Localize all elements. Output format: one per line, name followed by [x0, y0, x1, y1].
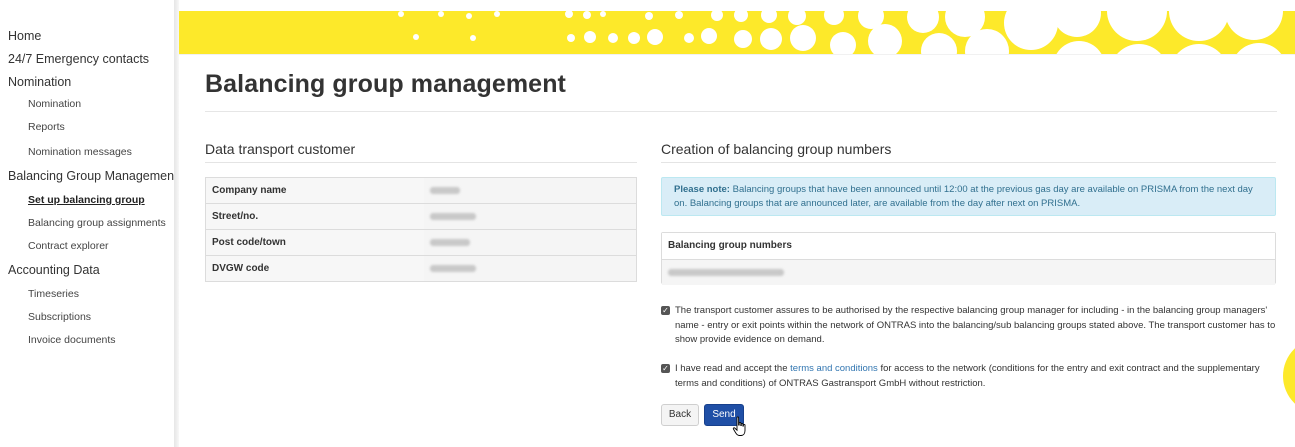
- street-value: [424, 203, 637, 230]
- customer-section-divider: [205, 162, 637, 163]
- redacted-value: [430, 264, 476, 272]
- company-name-value: [424, 177, 637, 204]
- redacted-value: [430, 238, 470, 246]
- sidebar-item-emergency-contacts[interactable]: 24/7 Emergency contacts: [8, 52, 149, 66]
- table-row: Company name: [205, 177, 637, 204]
- balancing-group-numbers-header: Balancing group numbers: [662, 233, 1275, 260]
- sidebar-item-subscriptions[interactable]: Subscriptions: [28, 311, 91, 323]
- title-divider: [205, 111, 1277, 112]
- table-row: DVGW code: [205, 255, 637, 282]
- terms-text-before: I have read and accept the: [675, 363, 791, 374]
- sidebar-item-home[interactable]: Home: [8, 29, 41, 43]
- sidebar-item-balancing-group-management[interactable]: Balancing Group Management: [8, 169, 178, 183]
- authorisation-text: The transport customer assures to be aut…: [675, 305, 1276, 345]
- terms-consent: ✓ I have read and accept the terms and c…: [661, 362, 1281, 391]
- table-row: Post code/town: [205, 229, 637, 256]
- sidebar-item-set-up-balancing-group[interactable]: Set up balancing group: [28, 194, 145, 206]
- note-label: Please note:: [674, 184, 730, 195]
- post-code-town-label: Post code/town: [205, 229, 424, 256]
- customer-data-table: Company name Street/no. Post code/town D…: [205, 177, 637, 282]
- decorative-shape: [1283, 348, 1295, 404]
- creation-section-title: Creation of balancing group numbers: [661, 141, 892, 157]
- sidebar-item-timeseries[interactable]: Timeseries: [28, 288, 79, 300]
- content-top-border: [179, 54, 1295, 55]
- terms-text: I have read and accept the terms and con…: [675, 362, 1281, 391]
- sidebar-divider: [174, 0, 179, 447]
- info-note: Please note: Balancing groups that have …: [661, 177, 1276, 216]
- authorisation-consent: ✓ The transport customer assures to be a…: [661, 304, 1281, 348]
- terms-and-conditions-link[interactable]: terms and conditions: [790, 363, 878, 374]
- sidebar-item-nomination[interactable]: Nomination: [28, 98, 81, 110]
- authorisation-checkbox[interactable]: ✓: [661, 306, 670, 315]
- redacted-value: [430, 186, 460, 194]
- dvgw-code-label: DVGW code: [205, 255, 424, 282]
- sidebar-item-accounting-data[interactable]: Accounting Data: [8, 263, 100, 277]
- table-row: Street/no.: [205, 203, 637, 230]
- back-button[interactable]: Back: [661, 404, 699, 426]
- sidebar-item-invoice-documents[interactable]: Invoice documents: [28, 334, 116, 346]
- creation-section-divider: [661, 162, 1276, 163]
- page-title: Balancing group management: [205, 70, 566, 98]
- sidebar-item-nomination-messages[interactable]: Nomination messages: [28, 146, 132, 158]
- redacted-value: [668, 269, 784, 277]
- header-banner: [179, 11, 1295, 54]
- sidebar-item-contract-explorer[interactable]: Contract explorer: [28, 240, 109, 252]
- customer-section-title: Data transport customer: [205, 141, 356, 157]
- sidebar-item-reports[interactable]: Reports: [28, 121, 65, 133]
- street-label: Street/no.: [205, 203, 424, 230]
- redacted-value: [430, 212, 476, 220]
- balancing-group-numbers-panel: Balancing group numbers: [661, 232, 1276, 285]
- banner-dot-pattern: [398, 11, 1283, 54]
- sidebar-item-nomination-section[interactable]: Nomination: [8, 75, 71, 89]
- balancing-group-numbers-value: [662, 260, 1275, 285]
- sidebar-item-balancing-group-assignments[interactable]: Balancing group assignments: [28, 217, 166, 229]
- note-text: Balancing groups that have been announce…: [674, 184, 1253, 209]
- sidebar: Home 24/7 Emergency contacts Nomination …: [0, 0, 178, 447]
- terms-checkbox[interactable]: ✓: [661, 364, 670, 373]
- dvgw-code-value: [424, 255, 637, 282]
- company-name-label: Company name: [205, 177, 424, 204]
- hand-cursor-icon: [732, 416, 746, 436]
- post-code-town-value: [424, 229, 637, 256]
